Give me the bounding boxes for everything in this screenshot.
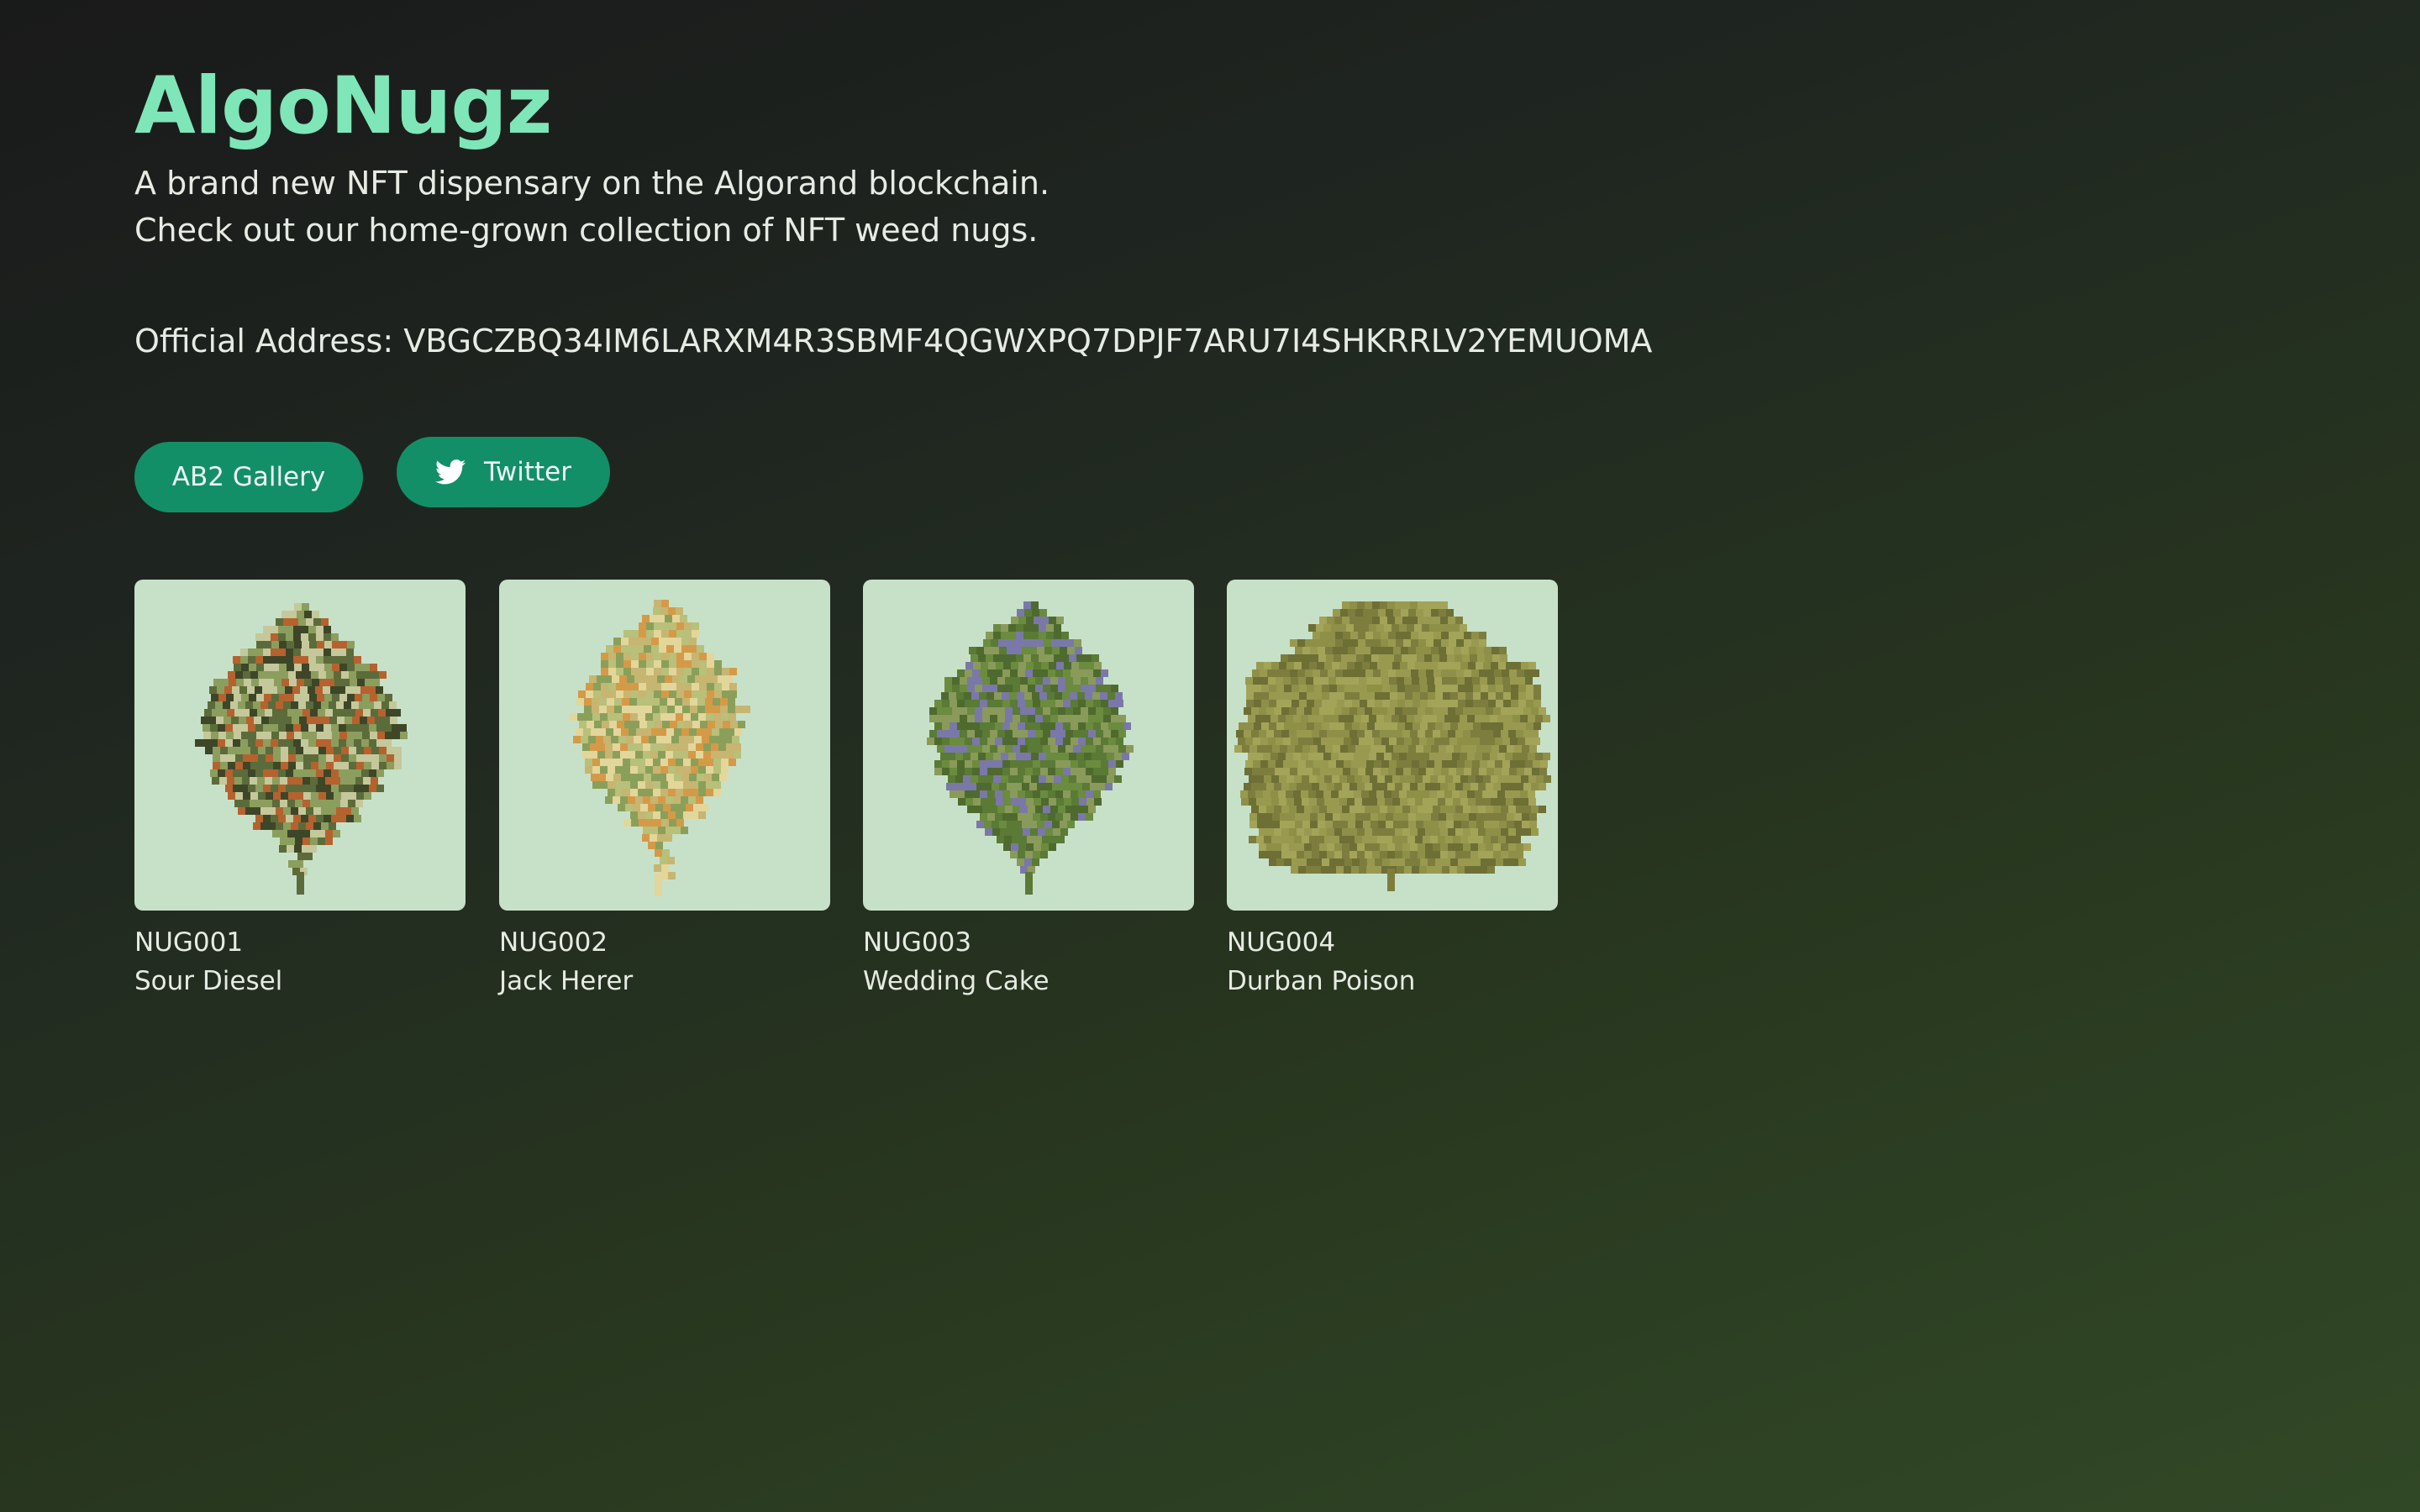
tagline-line-1: A brand new NFT dispensary on the Algora… (134, 165, 1050, 202)
nug-card[interactable]: NUG003 Wedding Cake (863, 580, 1194, 1001)
nug-pixel-art (1234, 601, 1551, 891)
nug-image-durban-poison[interactable] (1227, 580, 1558, 911)
official-address: Official Address: VBGCZBQ34IM6LARXM4R3SB… (134, 323, 1653, 360)
nug-pixel-art (570, 600, 750, 896)
twitter-button[interactable]: Twitter (397, 437, 610, 507)
nug-card[interactable]: NUG001 Sour Diesel (134, 580, 466, 1001)
nug-id: NUG003 (863, 927, 972, 958)
main-content: AlgoNugz A brand new NFT dispensary on t… (134, 60, 2319, 996)
nug-image-wedding-cake[interactable] (863, 580, 1194, 911)
nug-pixel-art (195, 603, 408, 895)
nug-name: Jack Herer (499, 966, 634, 996)
nug-pixel-art (927, 601, 1134, 895)
nug-id: NUG001 (134, 927, 244, 958)
ab2-gallery-button[interactable]: AB2 Gallery (134, 442, 363, 512)
nug-name: Sour Diesel (134, 966, 283, 996)
twitter-bird-icon (435, 459, 466, 485)
nug-card[interactable]: NUG002 Jack Herer (499, 580, 830, 1001)
nug-image-sour-diesel[interactable] (134, 580, 466, 911)
nug-image-jack-herer[interactable] (499, 580, 830, 911)
nug-name: Wedding Cake (863, 966, 1050, 996)
nug-name: Durban Poison (1227, 966, 1416, 996)
tagline: A brand new NFT dispensary on the Algora… (134, 160, 2319, 254)
twitter-label: Twitter (484, 457, 571, 487)
site-title: AlgoNugz (134, 60, 552, 152)
ab2-gallery-label: AB2 Gallery (171, 462, 326, 492)
nug-card[interactable]: NUG004 Durban Poison (1227, 580, 1558, 1001)
tagline-line-2: Check out our home-grown collection of N… (134, 212, 1039, 249)
nug-id: NUG002 (499, 927, 608, 958)
nug-id: NUG004 (1227, 927, 1336, 958)
